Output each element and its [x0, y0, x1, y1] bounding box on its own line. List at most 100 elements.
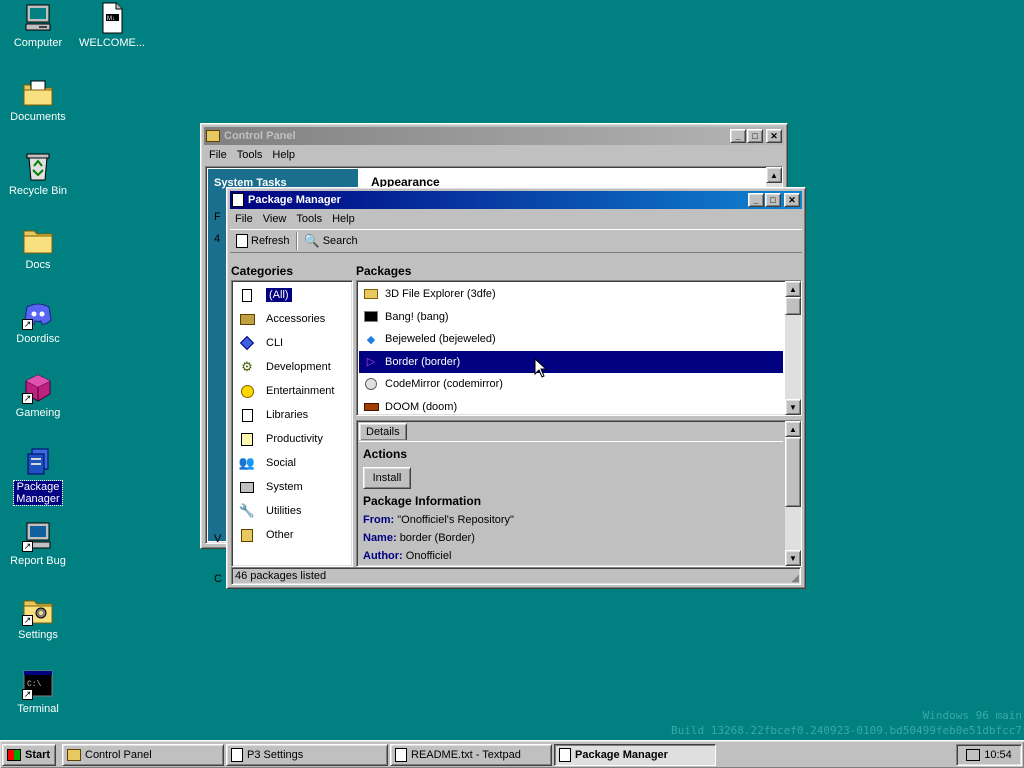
desktop-icon-doordisc[interactable]: ↗ Doordisc [0, 298, 76, 345]
maximize-button[interactable]: □ [765, 193, 781, 207]
all-icon [238, 287, 256, 303]
menu-help[interactable]: Help [267, 149, 300, 161]
start-label: Start [25, 749, 51, 761]
resize-grip-icon[interactable]: ◢ [791, 573, 799, 584]
desktop-icon-welcome[interactable]: M↓ WELCOME... [74, 2, 150, 49]
maximize-button[interactable]: □ [747, 129, 763, 143]
category-accessories[interactable]: Accessories [234, 307, 350, 331]
network-icon[interactable] [966, 749, 981, 761]
refresh-button[interactable]: Refresh [232, 232, 294, 250]
refresh-icon [236, 234, 248, 248]
details-tab[interactable]: Details [359, 423, 407, 440]
desktop-icon-recycle-bin[interactable]: Recycle Bin [0, 150, 76, 197]
category-all[interactable]: (All) [234, 283, 350, 307]
category-utilities[interactable]: 🔧 Utilities [234, 499, 350, 523]
codemirror-icon [363, 377, 379, 391]
taskbar-button-p3-settings[interactable]: P3 Settings [226, 744, 388, 766]
menu-file[interactable]: File [230, 213, 258, 225]
package-item-codemirror[interactable]: CodeMirror (codemirror) [359, 373, 783, 396]
taskbar-button-readme[interactable]: README.txt - Textpad [390, 744, 552, 766]
report-bug-icon: ↗ [22, 520, 54, 552]
desktop-icon-label: Computer [13, 37, 63, 49]
desktop-icon-label: Recycle Bin [8, 185, 68, 197]
search-button[interactable]: 🔍 Search [300, 231, 362, 251]
category-label: Accessories [266, 313, 326, 325]
info-from-label: From: [363, 514, 395, 526]
package-label: Bang! (bang) [385, 310, 449, 323]
desktop-icon-terminal[interactable]: C:\ ↗ Terminal [0, 668, 76, 715]
package-item-bejeweled[interactable]: ◆ Bejeweled (bejeweled) [359, 328, 783, 351]
category-productivity[interactable]: Productivity [234, 427, 350, 451]
package-item-border[interactable]: ▷ Border (border) [359, 350, 783, 373]
desktop-icon-gameing[interactable]: ↗ Gameing [0, 372, 76, 419]
desktop-icon-docs[interactable]: Docs [0, 224, 76, 271]
packages-scrollbar[interactable]: ▲ ▼ [785, 281, 801, 415]
refresh-label: Refresh [251, 235, 290, 247]
desktop-icon-label: Docs [25, 259, 51, 271]
desktop-icon-computer[interactable]: Computer [0, 2, 76, 49]
close-button[interactable]: ✕ [766, 129, 782, 143]
scroll-down-button[interactable]: ▼ [785, 550, 801, 566]
minimize-button[interactable]: _ [748, 193, 764, 207]
menu-tools[interactable]: Tools [232, 149, 268, 161]
category-development[interactable]: ⚙ Development [234, 355, 350, 379]
install-button[interactable]: Install [363, 467, 411, 489]
category-other[interactable]: Other [234, 523, 350, 547]
scroll-thumb[interactable] [785, 297, 801, 315]
packages-list: 3D File Explorer (3dfe) Bang! (bang) ◆ B… [356, 280, 802, 416]
taskbar-button-package-manager[interactable]: Package Manager [554, 744, 716, 766]
category-label: CLI [266, 337, 284, 349]
cli-icon [238, 335, 256, 351]
settings-icon [231, 748, 243, 762]
desktop-icon-report-bug[interactable]: ↗ Report Bug [0, 520, 76, 567]
desktop-icon-documents[interactable]: Documents [0, 76, 76, 123]
category-libraries[interactable]: Libraries [234, 403, 350, 427]
svg-text:M↓: M↓ [107, 16, 115, 22]
category-label: Libraries [266, 409, 309, 421]
clock[interactable]: 10:54 [984, 749, 1012, 761]
scroll-up-button[interactable]: ▲ [785, 421, 801, 437]
scroll-down-button[interactable]: ▼ [785, 399, 801, 415]
scroll-up-button[interactable]: ▲ [785, 281, 801, 297]
package-info-heading: Package Information [363, 494, 482, 508]
category-system[interactable]: System [234, 475, 350, 499]
start-button[interactable]: Start [2, 744, 56, 766]
category-label: System [266, 481, 303, 493]
package-manager-menubar: File View Tools Help [230, 209, 802, 229]
taskbar: Start Control Panel P3 Settings README.t… [0, 740, 1024, 768]
desktop-icon-package-manager[interactable]: Package Manager [0, 446, 76, 506]
details-tab-label: Details [366, 426, 400, 438]
search-label: Search [322, 235, 358, 247]
desktop-icon-label: WELCOME... [78, 37, 145, 49]
taskbar-button-control-panel[interactable]: Control Panel [62, 744, 224, 766]
documents-folder-icon [22, 76, 54, 108]
mouse-cursor-icon [534, 357, 548, 378]
package-manager-titlebar[interactable]: Package Manager _ □ ✕ [230, 191, 802, 209]
info-author: Author: Onofficiel [363, 547, 514, 565]
package-item-bang[interactable]: Bang! (bang) [359, 306, 783, 329]
control-panel-titlebar[interactable]: Control Panel _ □ ✕ [204, 127, 784, 145]
category-social[interactable]: 👥 Social [234, 451, 350, 475]
control-panel-icon [67, 749, 81, 761]
minimize-button[interactable]: _ [730, 129, 746, 143]
menu-help[interactable]: Help [327, 213, 360, 225]
settings-folder-icon: ↗ [22, 594, 54, 626]
categories-heading: Categories [231, 264, 294, 278]
packages-heading: Packages [356, 264, 412, 278]
menu-tools[interactable]: Tools [291, 213, 327, 225]
close-button[interactable]: ✕ [784, 193, 800, 207]
package-manager-window[interactable]: Package Manager _ □ ✕ File View Tools He… [226, 187, 806, 589]
menu-file[interactable]: File [204, 149, 232, 161]
scroll-thumb[interactable] [785, 437, 801, 507]
package-item-3dfe[interactable]: 3D File Explorer (3dfe) [359, 283, 783, 306]
shortcut-arrow-icon: ↗ [22, 615, 33, 626]
category-label: Entertainment [266, 385, 335, 397]
menu-view[interactable]: View [258, 213, 292, 225]
desktop-icon-settings[interactable]: ↗ Settings [0, 594, 76, 641]
package-item-doom[interactable]: DOOM (doom) [359, 396, 783, 419]
details-scrollbar[interactable]: ▲ ▼ [785, 421, 801, 566]
category-entertainment[interactable]: Entertainment [234, 379, 350, 403]
scroll-up-button[interactable]: ▲ [766, 167, 782, 183]
category-cli[interactable]: CLI [234, 331, 350, 355]
task-label: Control Panel [85, 749, 152, 761]
